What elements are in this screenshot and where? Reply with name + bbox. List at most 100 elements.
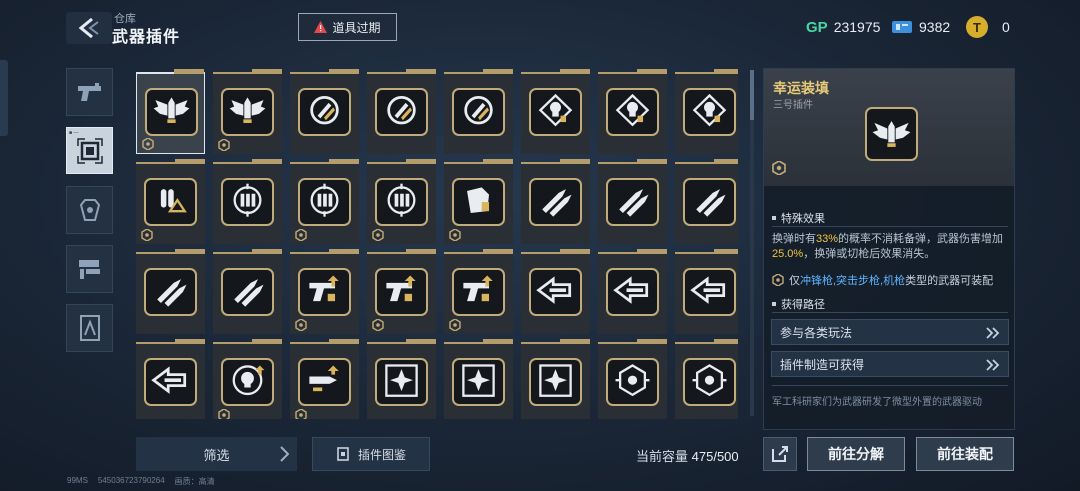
card-folder-tab [560,249,590,254]
plugin-card-target-ring[interactable] [598,339,667,419]
tab-weapon-parts[interactable] [66,245,113,293]
crosshair-bullets-icon [387,183,416,217]
uid-text: 545036723790264 [97,476,165,485]
route-gameplay[interactable]: 参与各类玩法 [771,319,1009,345]
plugin-card-diamond-spark[interactable] [444,339,513,419]
plugin-card-bullet-wings[interactable] [213,69,282,154]
tab-tools[interactable] [66,304,113,352]
tool-icon [79,315,100,341]
plugin-card-diamond-spark[interactable] [367,339,436,419]
codex-button[interactable]: 插件图鉴 [312,437,430,471]
plugin-card-ammo-cycle[interactable] [444,69,513,154]
rocket-bullets-icon [542,189,572,217]
plugin-card-arrow-hand[interactable] [675,249,738,334]
ticket-value: 9382 [919,19,951,35]
plugin-card-gun-upgrade[interactable] [367,249,436,334]
plugin-card-skull-target[interactable] [598,69,667,154]
grid-scrollbar[interactable] [750,70,754,416]
skull-target-icon [692,93,727,127]
target-ring-icon [692,364,727,397]
route-crafting[interactable]: 插件制造可获得 [771,351,1009,377]
card-folder-tab [406,69,436,74]
plugin-icon-frame [221,178,274,226]
plugin-card-rocket-bullets[interactable] [675,159,738,244]
rocket-bullets-icon [696,189,726,217]
plugin-icon-frame [144,358,197,406]
effect-text-1: 换弹时有 [772,233,816,245]
tier-hex-icon [142,138,154,150]
card-folder-tab [560,339,590,344]
card-folder-tab [714,339,738,344]
rocket-bullets-icon [157,279,187,307]
plugin-card-arrow-hand[interactable] [136,339,205,419]
plugin-icon-frame [375,358,428,406]
tab-attachments[interactable] [66,186,113,234]
card-folder-tab [483,249,513,254]
plugin-card-rocket-bullets[interactable] [521,159,590,244]
plugin-card-crosshair-bullets[interactable] [213,159,282,244]
plugin-slot: 三号插件 [773,100,813,111]
gp-currency: GP 231975 [806,16,880,38]
decompose-button[interactable]: 前往分解 [807,437,905,471]
expired-items-button[interactable]: 道具过期 [298,13,397,41]
plugin-card-skull-upgrade[interactable] [213,339,282,419]
plugin-card-gun-upgrade[interactable] [290,249,359,334]
restriction-suffix: 类型的武器可装配 [905,275,994,287]
plugin-icon-frame [375,178,428,226]
plugin-card-gun-upgrade[interactable] [444,249,513,334]
plugin-card-rocket-bullets[interactable] [598,159,667,244]
coin-value: 0 [1002,19,1010,35]
plugin-icon-frame [683,358,736,406]
plugin-card-bullet-swap[interactable] [136,159,205,244]
plugin-detail-panel: 幸运装填 三号插件 特殊效果 换弹时有33%的概率不消耗备弹，武器伤害增加 25.… [763,68,1015,430]
tier-hex-icon [295,319,307,331]
diamond-spark-icon [462,364,495,397]
tier-hex-icon [218,139,230,151]
plugin-icon-frame [298,178,351,226]
card-folder-tab [329,249,359,254]
plugin-card-bullet-upgrade[interactable] [290,339,359,419]
divider [772,312,1008,313]
bullet-swap-icon [160,189,187,213]
plugin-grid [136,68,738,419]
back-button[interactable] [66,12,112,44]
card-folder-tab [175,159,205,164]
plugin-card-skull-target[interactable] [521,69,590,154]
plugin-card-diamond-spark[interactable] [521,339,590,419]
arrow-hand-icon [536,276,572,304]
plugin-card-crosshair-bullets[interactable] [290,159,359,244]
capacity-display: 当前容量 475/500 [636,446,739,465]
plugin-icon-frame [606,358,659,406]
plugin-card-arrow-hand[interactable] [598,249,667,334]
plugin-card-crosshair-bullets[interactable] [367,159,436,244]
plugin-card-magazine-hand[interactable] [444,159,513,244]
plugin-card-arrow-hand[interactable] [521,249,590,334]
tab-weapons[interactable] [66,68,113,116]
plugin-card-rocket-bullets[interactable] [213,249,282,334]
magazine-hand-icon [467,187,490,213]
side-edge [0,60,8,136]
plugin-card-skull-target[interactable] [675,69,738,154]
target-ring-icon [615,364,650,397]
plugin-card-target-ring[interactable] [675,339,738,419]
plugin-card-ammo-cycle[interactable] [367,69,436,154]
plugin-icon-frame [529,88,582,136]
plugin-icon-frame [452,358,505,406]
share-button[interactable] [763,437,797,471]
double-chevron-icon [986,327,1000,339]
tab-plugins[interactable]: ■ --- [66,127,113,174]
plugin-icon-frame [683,268,736,316]
equip-button[interactable]: 前往装配 [916,437,1014,471]
filter-button[interactable]: 筛选 [136,437,297,471]
grid-scrollbar-thumb[interactable] [750,70,754,120]
arrow-hand-icon [613,276,649,304]
skull-target-icon [615,93,650,127]
card-folder-tab [483,159,513,164]
plugin-card-ammo-cycle[interactable] [290,69,359,154]
plugin-card-bullet-wings[interactable] [136,69,205,154]
card-folder-tab [714,69,738,74]
route-gameplay-label: 参与各类玩法 [780,325,853,340]
plugin-icon-frame [145,88,198,136]
tier-hex-icon [372,319,384,331]
plugin-card-rocket-bullets[interactable] [136,249,205,334]
